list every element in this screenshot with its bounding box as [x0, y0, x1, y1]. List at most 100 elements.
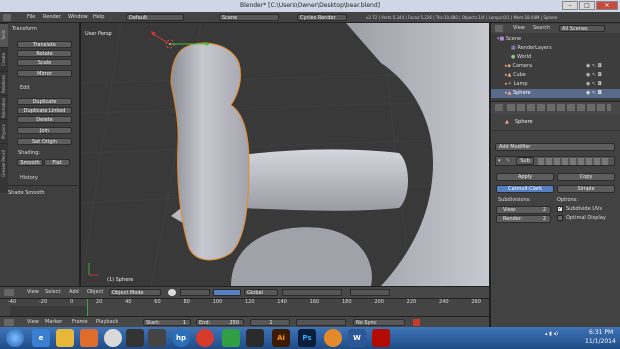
- apply-button[interactable]: Apply: [496, 173, 554, 181]
- duplicate-button[interactable]: Duplicate: [17, 98, 72, 105]
- start-button[interactable]: [6, 329, 24, 347]
- media-icon[interactable]: [196, 329, 214, 347]
- blender-icon[interactable]: [324, 329, 342, 347]
- menu-window[interactable]: Window: [68, 14, 88, 20]
- record-icon[interactable]: [413, 319, 420, 326]
- viewport-shading-icon[interactable]: [168, 289, 176, 296]
- subdivide-uvs-checkbox[interactable]: ✓: [557, 206, 563, 212]
- smooth-button[interactable]: Smooth: [17, 159, 43, 166]
- editor-type-icon[interactable]: [4, 289, 14, 296]
- minimize-button[interactable]: –: [562, 1, 578, 10]
- flat-button[interactable]: Flat: [44, 159, 70, 166]
- outliner-item-world[interactable]: ● World: [491, 53, 620, 62]
- hp-icon[interactable]: hp: [172, 329, 190, 347]
- menu-add[interactable]: Add: [69, 289, 79, 295]
- firefox-icon[interactable]: [80, 329, 98, 347]
- current-frame-indicator[interactable]: [87, 299, 88, 317]
- clock-time[interactable]: 6:31 PM: [589, 329, 613, 336]
- maximize-button[interactable]: □: [579, 1, 595, 10]
- mirror-button[interactable]: Mirror: [17, 70, 72, 77]
- illustrator-icon[interactable]: Ai: [272, 329, 290, 347]
- editor-type-icon[interactable]: [495, 25, 503, 32]
- xbox-icon[interactable]: [246, 329, 264, 347]
- snap-render-icons[interactable]: [350, 289, 390, 296]
- chrome-icon[interactable]: [104, 329, 122, 347]
- transform-header[interactable]: Transform: [12, 26, 37, 32]
- menu-marker[interactable]: Marker: [45, 319, 62, 325]
- timeline[interactable]: -40 -20 0 20 40 60 80 100 120 140 160 18…: [0, 298, 489, 317]
- render-levels-field[interactable]: Render: 2: [496, 215, 551, 223]
- steam-icon[interactable]: [148, 329, 166, 347]
- catmull-clark-button[interactable]: Catmull-Clark: [496, 185, 554, 193]
- scale-button[interactable]: Scale: [17, 59, 72, 66]
- end-frame-field[interactable]: End: 250: [196, 319, 244, 326]
- playback-controls[interactable]: [296, 319, 346, 326]
- context-tab-icons[interactable]: [507, 104, 611, 111]
- history-header[interactable]: History: [20, 175, 38, 181]
- pivot-manipulator-icons[interactable]: [180, 289, 210, 296]
- join-button[interactable]: Join: [17, 127, 72, 134]
- menu-view[interactable]: View: [513, 24, 525, 33]
- outliner-item-sphere[interactable]: ▸▲ Sphere ◉ ↖ ◘: [491, 89, 620, 98]
- modifier-name-field[interactable]: Sub: [516, 157, 534, 165]
- menu-file[interactable]: File: [27, 14, 35, 20]
- outliner-item-camera[interactable]: ▸▪ Camera ◉ ↖ ◘: [491, 62, 620, 71]
- menu-playback[interactable]: Playback: [96, 319, 118, 325]
- scene-filter-dropdown[interactable]: All Scenes: [559, 25, 605, 32]
- layer-buttons[interactable]: [282, 289, 342, 296]
- optimal-display-checkbox[interactable]: [557, 215, 563, 221]
- mode-dropdown[interactable]: Object Mode: [109, 289, 161, 296]
- last-operator-label[interactable]: Shade Smooth: [8, 190, 45, 196]
- orientation-dropdown[interactable]: Global: [244, 289, 278, 296]
- shelf-tab-grease-pencil[interactable]: Grease Pencil: [0, 143, 8, 183]
- modifier-toggle-icons[interactable]: [538, 158, 608, 165]
- shelf-tab-relations[interactable]: Relations: [0, 71, 8, 95]
- outliner-item-cube[interactable]: ▸▲ Cube ◉ ↖ ◘: [491, 71, 620, 80]
- outliner-item-scene[interactable]: ▾■ Scene: [491, 35, 620, 44]
- manipulator-toggle-icons[interactable]: [213, 289, 241, 296]
- 3d-viewport[interactable]: User Persp (1) Sphere: [81, 23, 489, 286]
- shelf-tab-physics[interactable]: Physics: [0, 119, 8, 143]
- menu-view[interactable]: View: [27, 289, 39, 295]
- set-origin-dropdown[interactable]: Set Origin: [17, 138, 72, 145]
- editor-type-icon[interactable]: [3, 14, 11, 21]
- copy-button[interactable]: Copy: [557, 173, 615, 181]
- folder-icon[interactable]: [56, 329, 74, 347]
- outliner-item-lamp[interactable]: ▸☼ Lamp ◉ ↖ ◘: [491, 80, 620, 89]
- add-modifier-dropdown[interactable]: Add Modifier: [495, 143, 615, 151]
- menu-render[interactable]: Render: [43, 14, 61, 20]
- scene-dropdown[interactable]: Scene: [219, 14, 279, 21]
- menu-search[interactable]: Search: [533, 24, 550, 33]
- delete-button[interactable]: Delete: [17, 116, 72, 123]
- collapse-icon[interactable]: ▾: [498, 158, 501, 164]
- shelf-tab-tools[interactable]: Tools: [0, 23, 8, 47]
- menu-help[interactable]: Help: [93, 14, 104, 20]
- visibility-icons[interactable]: ◉ ↖ ◘: [586, 71, 602, 80]
- start-frame-field[interactable]: Start: 1: [143, 319, 191, 326]
- clock-date[interactable]: 11/1/2014: [585, 338, 616, 345]
- app-icon[interactable]: [126, 329, 144, 347]
- outliner-item-renderlayers[interactable]: ▦ RenderLayers: [491, 44, 620, 53]
- current-frame-field[interactable]: 1: [250, 319, 290, 326]
- render-engine-dropdown[interactable]: Cycles Render: [297, 14, 347, 21]
- menu-view[interactable]: View: [27, 319, 39, 325]
- edit-header[interactable]: Edit: [20, 85, 30, 91]
- close-button[interactable]: ✕: [596, 1, 618, 10]
- visibility-icons[interactable]: ◉ ↖ ◘: [586, 62, 602, 71]
- acrobat-icon[interactable]: [372, 329, 390, 347]
- visibility-icons[interactable]: ◉ ↖ ◘: [586, 80, 602, 89]
- shelf-tab-create[interactable]: Create: [0, 47, 8, 71]
- photoshop-icon[interactable]: Ps: [298, 329, 316, 347]
- office-icon[interactable]: [222, 329, 240, 347]
- visibility-icons[interactable]: ◉ ↖ ◘: [586, 89, 602, 98]
- menu-object[interactable]: Object: [87, 289, 103, 295]
- menu-select[interactable]: Select: [45, 289, 60, 295]
- ie-icon[interactable]: e: [32, 329, 50, 347]
- duplicate-linked-button[interactable]: Duplicate Linked: [17, 107, 72, 114]
- layout-dropdown[interactable]: Default: [126, 14, 184, 21]
- system-tray-icons[interactable]: ▴ ▮ ◂): [545, 331, 575, 341]
- simple-button[interactable]: Simple: [557, 185, 615, 193]
- view-levels-field[interactable]: View: 2: [496, 206, 551, 214]
- editor-type-icon[interactable]: [4, 319, 14, 326]
- sync-dropdown[interactable]: No Sync: [353, 319, 405, 326]
